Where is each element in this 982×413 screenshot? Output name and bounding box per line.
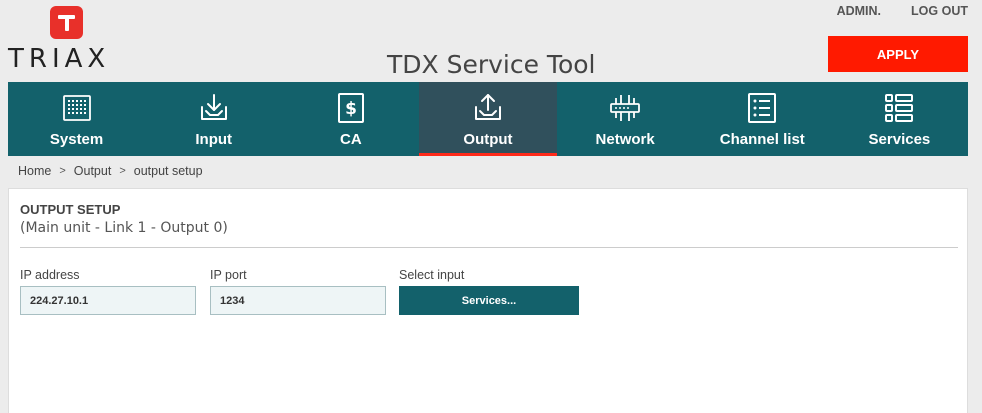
network-icon <box>610 95 641 121</box>
apply-button[interactable]: APPLY <box>828 36 968 72</box>
ip-port-label: IP port <box>210 268 247 282</box>
ip-address-input[interactable]: 224.27.10.1 <box>20 286 196 315</box>
nav-item-ca[interactable]: $ CA <box>282 82 419 156</box>
breadcrumb-current: output setup <box>133 164 203 178</box>
output-setup-panel: OUTPUT SETUP (Main unit - Link 1 - Outpu… <box>8 188 968 413</box>
nav-label-network: Network <box>595 131 655 148</box>
ip-port-input[interactable]: 1234 <box>210 286 386 315</box>
input-icon <box>200 94 227 120</box>
nav-label-input: Input <box>195 131 233 148</box>
nav-label-output: Output <box>463 131 513 148</box>
app-title: TDX Service Tool <box>387 50 596 79</box>
services-button[interactable]: Services... <box>399 286 579 315</box>
output-icon <box>474 94 501 120</box>
svg-text:$: $ <box>345 99 357 119</box>
triax-logo-icon <box>50 6 83 39</box>
divider <box>20 247 958 248</box>
ca-icon: $ <box>337 93 364 123</box>
chevron-right-icon: > <box>59 165 66 177</box>
logout-link[interactable]: LOG OUT <box>911 4 968 18</box>
system-icon <box>62 95 91 121</box>
panel-title: OUTPUT SETUP <box>20 202 121 217</box>
admin-link[interactable]: ADMIN. <box>837 4 881 18</box>
nav-item-services[interactable]: Services <box>831 82 968 156</box>
channel-list-icon <box>748 93 777 123</box>
top-links: ADMIN. LOG OUT <box>837 4 968 18</box>
services-icon <box>885 94 914 122</box>
main-nav: System Input $ CA Output Network Channel… <box>8 82 968 156</box>
nav-item-network[interactable]: Network <box>557 82 694 156</box>
breadcrumb: Home > Output > output setup <box>18 164 203 178</box>
nav-item-system[interactable]: System <box>8 82 145 156</box>
nav-label-system: System <box>49 131 104 148</box>
breadcrumb-output[interactable]: Output <box>74 164 112 178</box>
ip-address-label: IP address <box>20 268 80 282</box>
nav-item-input[interactable]: Input <box>145 82 282 156</box>
nav-label-services: Services <box>868 131 931 148</box>
nav-item-channel-list[interactable]: Channel list <box>694 82 831 156</box>
select-input-label: Select input <box>399 268 465 282</box>
chevron-right-icon: > <box>119 165 126 177</box>
brand-name: TRIAX <box>8 44 111 74</box>
nav-label-ca: CA <box>340 131 362 148</box>
nav-item-output[interactable]: Output <box>419 82 557 156</box>
nav-label-channel-list: Channel list <box>719 131 805 148</box>
breadcrumb-home[interactable]: Home <box>18 164 51 178</box>
panel-subtitle: (Main unit - Link 1 - Output 0) <box>20 220 228 236</box>
